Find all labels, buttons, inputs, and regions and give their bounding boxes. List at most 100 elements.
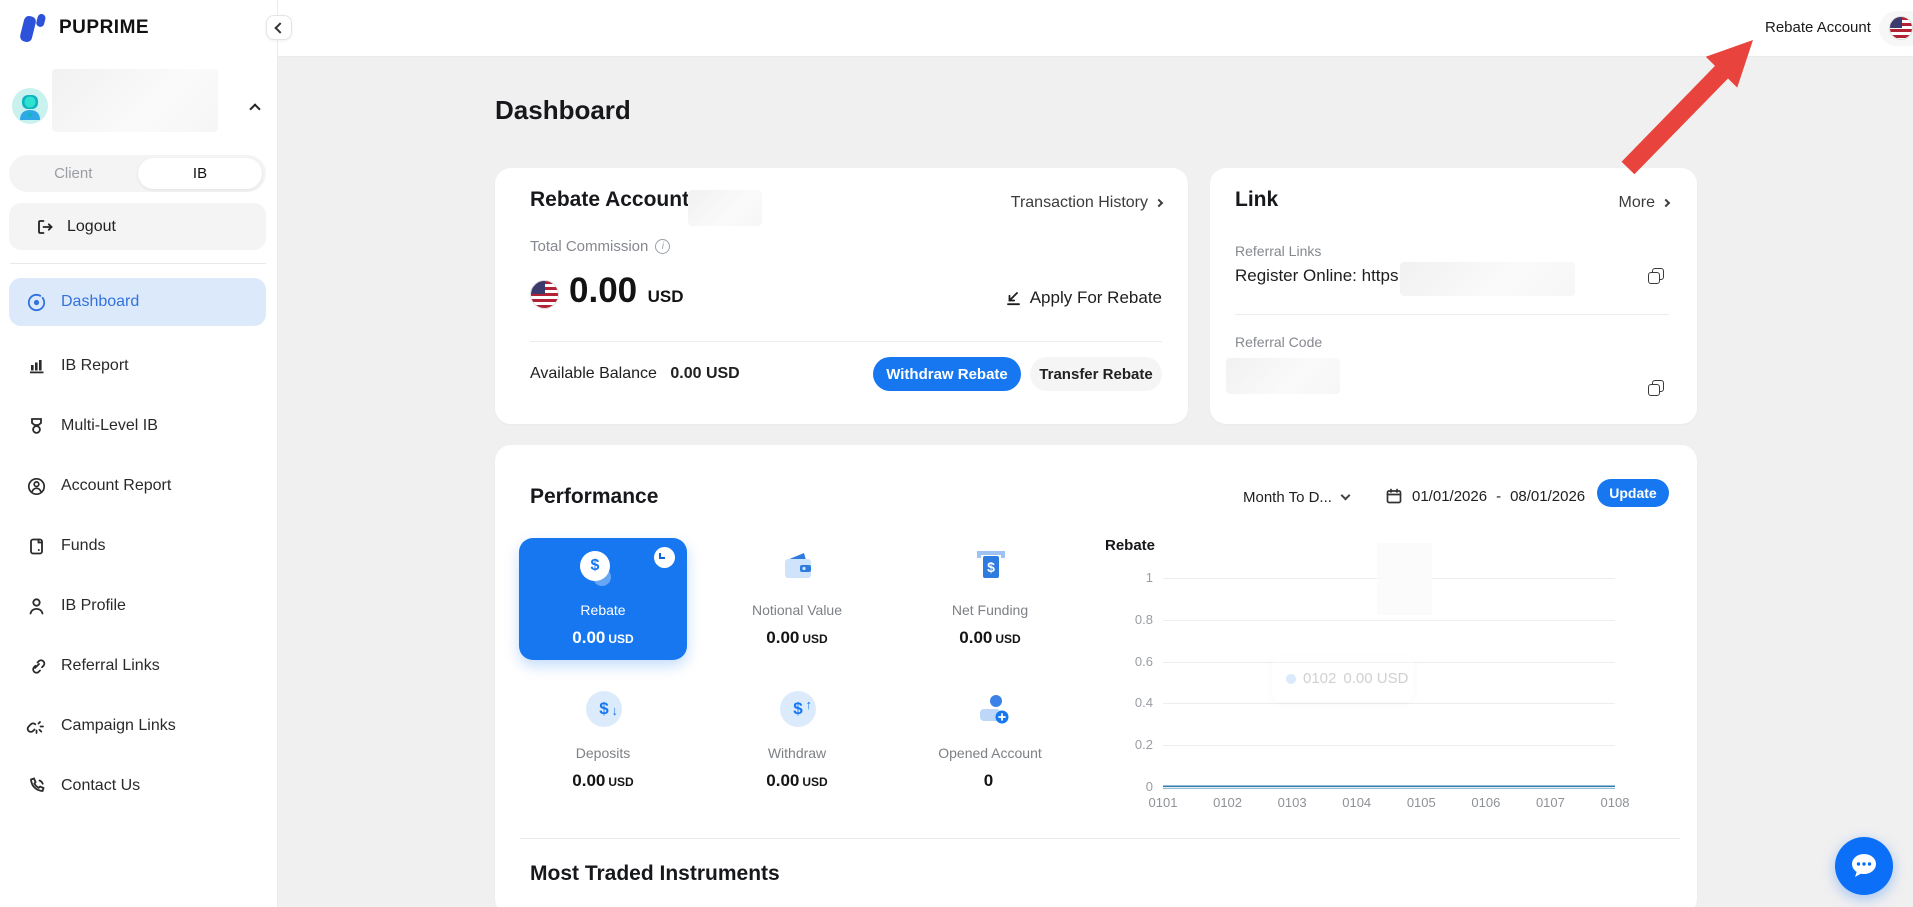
sidebar-item-account-report[interactable]: Account Report <box>9 462 266 510</box>
sidebar: PUPRIME Client IB Logout Dashboard IB Re… <box>0 0 292 907</box>
sidebar-item-multi-level-ib[interactable]: Multi-Level IB <box>9 402 266 450</box>
more-link[interactable]: More <box>1618 194 1671 212</box>
chevron-left-icon <box>274 22 286 34</box>
new-account-user-icon <box>980 695 1009 724</box>
sidebar-item-label: IB Profile <box>61 597 126 614</box>
tile-chevron-right-icon[interactable] <box>654 547 675 568</box>
more-label: More <box>1618 194 1655 211</box>
bar-chart-icon <box>30 359 44 373</box>
sidebar-item-label: Dashboard <box>61 293 140 310</box>
performance-title: Performance <box>530 485 659 508</box>
metric-opened-account[interactable]: Opened Account 0 <box>906 683 1074 795</box>
referral-code-label: Referral Code <box>1235 334 1323 350</box>
withdraw-dollar-icon: $ ↑ <box>780 691 816 727</box>
sidebar-item-label: Account Report <box>61 477 172 494</box>
puprime-logo-icon <box>20 14 46 43</box>
metric-value: 0.00 USD <box>766 771 828 790</box>
role-toggle-client[interactable]: Client <box>9 165 138 182</box>
available-balance-row: Available Balance 0.00 USD <box>530 365 740 383</box>
arrow-down-icon: ↓ <box>611 703 619 718</box>
grid-line <box>1163 619 1615 621</box>
role-toggle-ib-selected[interactable]: IB <box>138 158 262 189</box>
apply-for-rebate-link[interactable]: Apply For Rebate <box>1004 288 1162 308</box>
transfer-rebate-button[interactable]: Transfer Rebate <box>1030 357 1162 391</box>
metric-label: Notional Value <box>751 602 843 618</box>
sidebar-item-referral-links[interactable]: Referral Links <box>9 642 266 690</box>
available-balance-label: Available Balance <box>530 365 657 382</box>
pu-prime-ib-dashboard: { "brand": "PUPRIME", "sidebar": { "role… <box>0 0 1913 907</box>
user-icon <box>29 597 44 614</box>
x-tick-label: 0108 <box>1600 795 1630 810</box>
total-commission-row: Total Commission i <box>530 238 671 255</box>
campaign-link-icon <box>26 720 44 734</box>
y-tick-label: 1 <box>1145 570 1153 585</box>
profile-chevron-up-icon[interactable] <box>249 103 261 115</box>
card-divider <box>1235 314 1669 315</box>
grid-line <box>1163 703 1615 705</box>
period-select[interactable]: Month To D... <box>1243 489 1351 506</box>
phone-icon <box>30 776 45 792</box>
chart-title: Rebate <box>1105 537 1156 554</box>
metric-rebate-tile[interactable]: $ Rebate 0.00 USD <box>519 538 687 660</box>
sidebar-item-dashboard[interactable]: Dashboard <box>9 278 266 326</box>
y-tick-label: 0.2 <box>1134 737 1153 753</box>
x-tick-label: 0105 <box>1406 795 1436 810</box>
sidebar-item-contact-us[interactable]: Contact Us <box>9 762 266 810</box>
referral-link-value: Register Online: https:/ <box>1235 266 1408 285</box>
user-badge-icon <box>27 477 46 495</box>
metric-deposits[interactable]: $ ↓ Deposits 0.00 USD <box>519 683 687 795</box>
chevron-down-icon <box>1340 490 1351 501</box>
link-card-title: Link <box>1235 188 1279 211</box>
date-range-picker[interactable]: 01/01/2026 - 08/01/2026 <box>1385 487 1585 505</box>
sidebar-item-campaign-links[interactable]: Campaign Links <box>9 702 266 750</box>
sidebar-item-funds[interactable]: Funds <box>9 522 266 570</box>
metric-value: 0.00 USD <box>959 628 1021 647</box>
update-button[interactable]: Update <box>1597 479 1669 507</box>
cash-deposit-icon: $ <box>977 551 1005 578</box>
period-value: Month To D... <box>1243 489 1332 506</box>
logout-label: Logout <box>67 217 116 235</box>
robot-avatar-icon <box>20 95 40 120</box>
wallet-money-icon <box>785 553 811 578</box>
copy-icon[interactable] <box>1648 380 1664 396</box>
sidebar-item-label: Referral Links <box>61 657 160 674</box>
avatar <box>12 88 48 124</box>
date-end: 08/01/2026 <box>1510 487 1586 505</box>
brand-name: PUPRIME <box>59 17 150 38</box>
amount-currency: USD <box>647 287 684 306</box>
date-separator: - <box>1496 487 1502 505</box>
tooltip-label: 0102 <box>1303 670 1337 687</box>
rebate-card-title: Rebate Account <box>530 188 690 211</box>
sidebar-item-ib-profile[interactable]: IB Profile <box>9 582 266 630</box>
grid-line <box>1163 745 1615 747</box>
section-divider <box>520 838 1680 839</box>
sidebar-collapse-button[interactable] <box>266 15 292 40</box>
copy-icon[interactable] <box>1648 268 1664 284</box>
metric-withdraw[interactable]: $ ↑ Withdraw 0.00 USD <box>713 683 881 795</box>
dashboard-icon <box>27 293 46 311</box>
date-start: 01/01/2026 <box>1412 487 1488 505</box>
logout-icon <box>38 219 53 234</box>
x-tick-label: 0107 <box>1535 795 1565 810</box>
user-name-redacted <box>52 69 218 132</box>
transaction-history-link[interactable]: Transaction History <box>1011 194 1164 212</box>
withdraw-rebate-button[interactable]: Withdraw Rebate <box>873 357 1021 391</box>
metric-net-funding[interactable]: $ Net Funding 0.00 USD <box>906 538 1074 660</box>
logout-button[interactable]: Logout <box>9 203 266 250</box>
metric-label: Opened Account <box>938 745 1042 761</box>
chevron-right-icon <box>1661 198 1671 208</box>
sidebar-divider <box>10 263 266 264</box>
card-divider <box>530 341 1162 342</box>
sidebar-item-ib-report[interactable]: IB Report <box>9 342 266 390</box>
most-traded-title: Most Traded Instruments <box>530 862 780 885</box>
amount-value: 0.00 <box>569 271 638 310</box>
tooltip-value: 0.00 USD <box>1343 670 1409 687</box>
live-chat-button[interactable] <box>1835 837 1893 895</box>
chat-bubble-icon <box>1852 854 1876 877</box>
referral-link-redacted <box>1400 262 1575 296</box>
referral-links-label: Referral Links <box>1235 243 1322 259</box>
rebate-account-card: Rebate Account Transaction History Total… <box>495 168 1188 424</box>
metric-notional-value[interactable]: Notional Value 0.00 USD <box>713 538 881 660</box>
sidebar-item-label: IB Report <box>61 357 129 374</box>
info-icon[interactable]: i <box>655 239 671 254</box>
